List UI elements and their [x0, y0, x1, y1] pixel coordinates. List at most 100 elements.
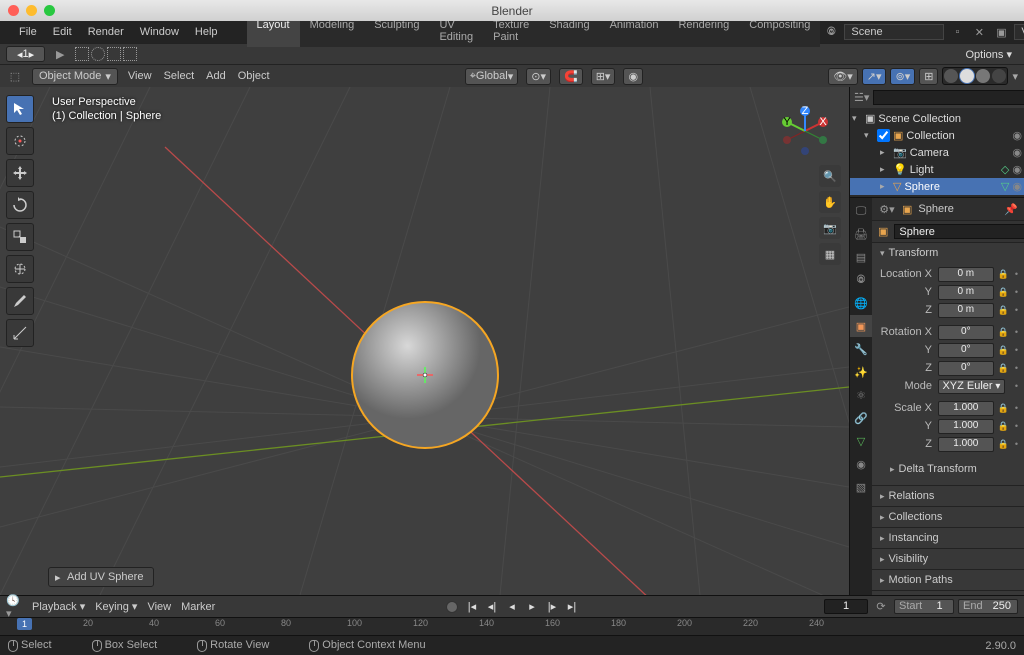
- tab-compositing[interactable]: Compositing: [739, 17, 820, 47]
- outliner-filter-input[interactable]: [873, 90, 1024, 105]
- menu-render[interactable]: Render: [81, 24, 131, 40]
- eye-icon[interactable]: ◉: [1012, 146, 1022, 159]
- rotation-x-input[interactable]: 0°: [938, 325, 994, 340]
- prop-tab-particles[interactable]: ✨: [850, 361, 872, 383]
- tree-scene-collection[interactable]: ▾▣Scene Collection: [850, 110, 1024, 127]
- rotate-tool[interactable]: [6, 191, 34, 219]
- xray-toggle[interactable]: ⊞: [919, 68, 938, 85]
- panel-motion-paths[interactable]: Motion Paths: [872, 570, 1024, 590]
- operator-panel-add-uv-sphere[interactable]: Add UV Sphere: [48, 567, 154, 587]
- snap-toggle[interactable]: 🧲: [559, 68, 583, 85]
- header-object[interactable]: Object: [236, 70, 272, 82]
- select-box-tool[interactable]: [6, 95, 34, 123]
- object-name-input[interactable]: [894, 224, 1024, 239]
- eye-icon[interactable]: ◉: [1012, 180, 1022, 193]
- collection-enable-checkbox[interactable]: [877, 129, 890, 142]
- tab-layout[interactable]: Layout: [247, 17, 300, 47]
- menu-file[interactable]: File: [12, 24, 44, 40]
- snap-options[interactable]: ⊞▾: [591, 68, 616, 85]
- prop-editor-icon[interactable]: ⚙▾: [878, 200, 896, 218]
- tree-item-light[interactable]: ▸💡Light◇◉: [850, 161, 1024, 178]
- zoom-icon[interactable]: 🔍: [819, 165, 841, 187]
- prop-tab-texture[interactable]: ▧: [850, 476, 872, 498]
- pan-icon[interactable]: ✋: [819, 191, 841, 213]
- eye-icon[interactable]: ◉: [1012, 163, 1022, 176]
- proportional-toggle[interactable]: ◉: [623, 68, 643, 85]
- panel-instancing[interactable]: Instancing: [872, 528, 1024, 548]
- menu-window[interactable]: Window: [133, 24, 186, 40]
- tree-collection[interactable]: ▾▣Collection◉: [850, 127, 1024, 144]
- tab-texture-paint[interactable]: Texture Paint: [483, 17, 539, 47]
- header-add[interactable]: Add: [204, 70, 228, 82]
- panel-visibility[interactable]: Visibility: [872, 549, 1024, 569]
- location-z-input[interactable]: 0 m: [938, 303, 994, 318]
- tree-item-camera[interactable]: ▸📷Camera◉: [850, 144, 1024, 161]
- delete-scene-icon[interactable]: ✕: [970, 23, 988, 41]
- tool-number-box[interactable]: ◂ 1 ▸: [6, 46, 45, 62]
- pin-icon[interactable]: 📌: [1004, 203, 1018, 216]
- perspective-toggle-icon[interactable]: ▦: [819, 243, 841, 265]
- header-view[interactable]: View: [126, 70, 154, 82]
- timeline-marker[interactable]: Marker: [179, 601, 217, 613]
- location-x-input[interactable]: 0 m: [938, 267, 994, 282]
- keyframe-prev-icon[interactable]: ◂|: [483, 599, 501, 615]
- scale-x-input[interactable]: 1.000: [938, 401, 994, 416]
- preview-range-icon[interactable]: ⟳: [872, 598, 890, 616]
- panel-relations[interactable]: Relations: [872, 486, 1024, 506]
- scale-y-input[interactable]: 1.000: [938, 419, 994, 434]
- prop-tab-output[interactable]: 🖨: [850, 223, 872, 245]
- navigation-gizmo[interactable]: X Y Z: [777, 103, 833, 159]
- header-select[interactable]: Select: [162, 70, 197, 82]
- gizmo-toggle[interactable]: ↗▾: [862, 68, 887, 85]
- viewport-3d[interactable]: User Perspective(1) Collection | Sphere …: [0, 87, 849, 595]
- pivot-selector[interactable]: ⊙▾: [526, 68, 551, 85]
- timeline-view[interactable]: View: [145, 601, 173, 613]
- viewlayer-name-input[interactable]: [1014, 24, 1024, 40]
- select-variant-buttons[interactable]: [75, 47, 137, 61]
- location-y-input[interactable]: 0 m: [938, 285, 994, 300]
- timeline-ruler[interactable]: 1 20406080100120140160180200220240: [0, 617, 1024, 635]
- menu-edit[interactable]: Edit: [46, 24, 79, 40]
- rotation-y-input[interactable]: 0°: [938, 343, 994, 358]
- new-scene-icon[interactable]: ▫: [948, 23, 966, 41]
- visibility-toggle[interactable]: 👁▾: [828, 68, 858, 85]
- menu-help[interactable]: Help: [188, 24, 225, 40]
- tab-shading[interactable]: Shading: [539, 17, 599, 47]
- eye-icon[interactable]: ◉: [1012, 129, 1022, 142]
- measure-tool[interactable]: [6, 319, 34, 347]
- options-dropdown[interactable]: Options ▾: [960, 48, 1019, 61]
- prop-tab-physics[interactable]: ⚛: [850, 384, 872, 406]
- play-reverse-icon[interactable]: ◂: [503, 599, 521, 615]
- transform-tool[interactable]: [6, 255, 34, 283]
- prop-tab-modifiers[interactable]: 🔧: [850, 338, 872, 360]
- timeline-editor-icon[interactable]: 🕓▾: [6, 598, 24, 616]
- rotation-z-input[interactable]: 0°: [938, 361, 994, 376]
- camera-view-icon[interactable]: 📷: [819, 217, 841, 239]
- play-icon[interactable]: ▸: [523, 599, 541, 615]
- outliner-editor-icon[interactable]: ☱▾: [854, 89, 869, 107]
- panel-transform[interactable]: Transform: [872, 243, 1024, 263]
- jump-start-icon[interactable]: |◂: [463, 599, 481, 615]
- end-frame-input[interactable]: End250: [958, 599, 1018, 614]
- scale-z-input[interactable]: 1.000: [938, 437, 994, 452]
- scene-browse-icon[interactable]: 🞋: [822, 23, 840, 41]
- current-frame-input[interactable]: 1: [824, 599, 868, 614]
- tree-item-sphere[interactable]: ▸▽Sphere▽◉: [850, 178, 1024, 195]
- minimize-window-button[interactable]: [26, 5, 37, 16]
- viewlayer-browse-icon[interactable]: ▣: [992, 23, 1010, 41]
- timeline-playhead[interactable]: 1: [17, 618, 32, 630]
- prop-tab-data[interactable]: ▽: [850, 430, 872, 452]
- panel-collections[interactable]: Collections: [872, 507, 1024, 527]
- prop-tab-scene[interactable]: 🞋: [850, 269, 872, 291]
- cursor-tool[interactable]: [6, 127, 34, 155]
- auto-key-toggle[interactable]: [443, 599, 461, 615]
- tab-rendering[interactable]: Rendering: [668, 17, 739, 47]
- overlay-toggle[interactable]: ⊚▾: [890, 68, 915, 85]
- cursor-tool-icon[interactable]: ▶: [51, 45, 69, 63]
- orientation-selector[interactable]: ⌖ Global ▾: [465, 68, 519, 85]
- annotate-tool[interactable]: [6, 287, 34, 315]
- prop-tab-material[interactable]: ◉: [850, 453, 872, 475]
- prop-tab-constraints[interactable]: 🔗: [850, 407, 872, 429]
- tab-uv-editing[interactable]: UV Editing: [429, 17, 483, 47]
- zoom-window-button[interactable]: [44, 5, 55, 16]
